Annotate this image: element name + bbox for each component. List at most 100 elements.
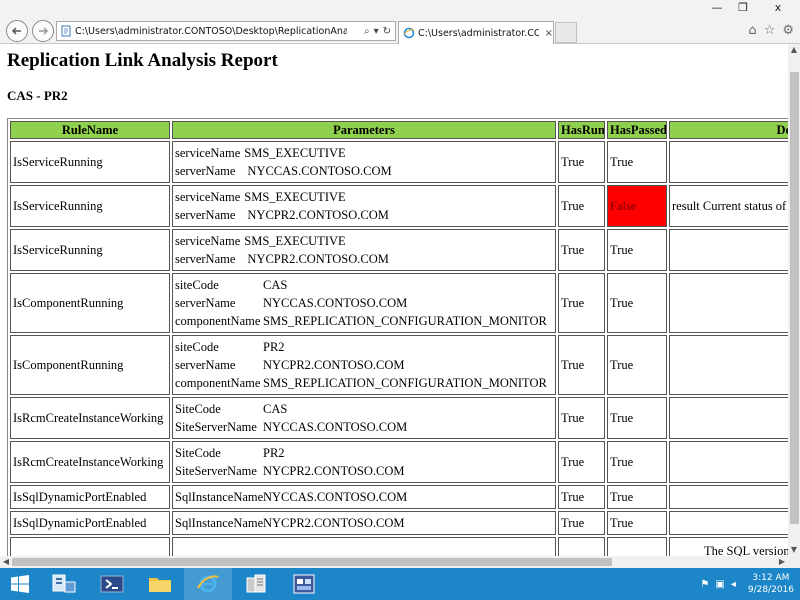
- scroll-right-icon[interactable]: ▶: [776, 556, 788, 568]
- dropdown-icon[interactable]: ▾: [374, 26, 379, 37]
- tools-icon[interactable]: [232, 568, 280, 600]
- parameter-key: serviceName: [175, 190, 241, 204]
- back-button[interactable]: [6, 20, 28, 42]
- table-row: IsServiceRunning serviceName SMS_EXECUTIVE…: [10, 185, 788, 227]
- start-button[interactable]: [0, 568, 40, 600]
- browser-chrome: — ❐ x C:\Users\administrator.CONTOSO\Des…: [0, 0, 800, 44]
- rule-name-cell: IsServiceRunning: [10, 229, 170, 271]
- parameter-value: NYCCAS.CONTOSO.COM: [263, 490, 408, 504]
- flag-notification-icon[interactable]: ⚑: [700, 579, 709, 590]
- parameters-cell: serviceName SMS_EXECUTIVE serverName NYCPR2…: [172, 185, 556, 227]
- parameter-value: NYCPR2.CONTOSO.COM: [247, 252, 389, 266]
- refresh-icon[interactable]: ↻: [383, 26, 391, 37]
- parameter-key: serverName: [175, 164, 236, 178]
- has-passed-cell: True: [607, 511, 667, 535]
- parameter-value: CAS: [263, 402, 288, 416]
- parameter-value: PR2: [263, 446, 285, 460]
- address-text[interactable]: C:\Users\administrator.CONTOSO\Desktop\R…: [75, 26, 347, 37]
- parameters-cell: siteCode PR2 serverName NYCPR2.CONTOSO.COM c…: [172, 335, 556, 395]
- volume-icon[interactable]: ◂: [731, 579, 736, 590]
- details-cell: [669, 141, 788, 183]
- home-icon[interactable]: ⌂: [748, 23, 756, 38]
- restore-button[interactable]: ❐: [730, 0, 756, 18]
- has-passed-cell-failed: False: [607, 185, 667, 227]
- details-cell: [669, 335, 788, 395]
- parameter-key: serviceName: [175, 146, 241, 160]
- horizontal-scrollbar[interactable]: ◀ ▶: [0, 556, 788, 568]
- parameters-cell: SiteCode PR2 SiteServerName NYCPR2.CONTOSO.…: [172, 441, 556, 483]
- minimize-button[interactable]: —: [704, 0, 730, 18]
- tab-close-icon[interactable]: ×: [545, 28, 553, 39]
- settings-gear-icon[interactable]: ⚙: [782, 23, 794, 38]
- parameter-line: serviceName SMS_EXECUTIVE: [175, 188, 553, 206]
- parameter-line: SiteCode CAS: [175, 400, 553, 418]
- parameter-key: componentName: [175, 376, 261, 390]
- table-row: IsComponentRunning siteCode PR2 serverName N…: [10, 335, 788, 395]
- details-cell: [669, 511, 788, 535]
- parameter-key: SiteCode: [175, 446, 221, 460]
- has-passed-cell: True: [607, 441, 667, 483]
- has-run-cell: True: [558, 229, 605, 271]
- file-explorer-icon[interactable]: [136, 568, 184, 600]
- parameter-value: SMS_EXECUTIVE: [244, 146, 346, 160]
- scroll-up-icon[interactable]: ▲: [788, 44, 800, 56]
- forward-button[interactable]: [32, 20, 54, 42]
- parameters-cell: SqlInstanceName NYCCAS.CONTOSO.COM: [172, 485, 556, 509]
- has-passed-cell: True: [607, 229, 667, 271]
- scroll-down-icon[interactable]: ▼: [788, 544, 800, 556]
- parameter-value: NYCPR2.CONTOSO.COM: [263, 516, 405, 530]
- favorites-icon[interactable]: ☆: [764, 23, 776, 38]
- column-header-rulename: RuleName: [10, 121, 170, 139]
- parameters-cell: serviceName SMS_EXECUTIVE serverName NYCPR2…: [172, 229, 556, 271]
- column-header-parameters: Parameters: [172, 121, 556, 139]
- parameter-value: NYCCAS.CONTOSO.COM: [263, 296, 408, 310]
- arrow-left-icon: [11, 27, 21, 35]
- column-header-details: Deta: [669, 121, 788, 139]
- table-header-row: RuleName Parameters HasRun HasPassed Det…: [10, 121, 788, 139]
- powershell-icon[interactable]: [88, 568, 136, 600]
- has-run-cell: True: [558, 511, 605, 535]
- table-row: IsSqlDynamicPortEnabled SqlInstanceName NY…: [10, 511, 788, 535]
- server-manager-icon[interactable]: [40, 568, 88, 600]
- parameters-cell: SqlInstanceName NYCPR2.CONTOSO.COM: [172, 511, 556, 535]
- vertical-scroll-thumb[interactable]: [790, 72, 799, 524]
- rule-name-cell: IsRcmCreateInstanceWorking: [10, 441, 170, 483]
- details-cell: [669, 397, 788, 439]
- has-passed-cell: True: [607, 485, 667, 509]
- browser-tab[interactable]: C:\Users\administrator.CO... ×: [398, 21, 554, 44]
- horizontal-scroll-thumb[interactable]: [12, 558, 612, 566]
- search-icon[interactable]: ⌕: [364, 26, 370, 37]
- has-passed-cell: True: [607, 335, 667, 395]
- parameters-cell: SiteCode CAS SiteServerName NYCCAS.CONTOSO.…: [172, 397, 556, 439]
- vertical-scrollbar[interactable]: ▲ ▼: [788, 44, 800, 556]
- details-cell: result Current status of t: [669, 185, 788, 227]
- has-passed-cell: True: [607, 273, 667, 333]
- table-row: IsSqlDynamicPortEnabled SqlInstanceName NY…: [10, 485, 788, 509]
- parameter-value: SMS_EXECUTIVE: [244, 234, 346, 248]
- address-bar[interactable]: C:\Users\administrator.CONTOSO\Desktop\R…: [56, 21, 396, 41]
- has-run-cell: True: [558, 185, 605, 227]
- clock-date: 9/28/2016: [747, 585, 794, 595]
- details-cell: [669, 273, 788, 333]
- table-row: The SQL versionServer 2014 - 12.20 2015 …: [10, 537, 788, 556]
- network-icon[interactable]: ▣: [715, 579, 724, 590]
- scroll-left-icon[interactable]: ◀: [0, 556, 12, 568]
- scrollbar-corner: [788, 556, 800, 568]
- parameter-line: serverName NYCPR2.CONTOSO.COM: [175, 250, 553, 268]
- close-button[interactable]: x: [756, 0, 800, 18]
- parameters-cell: serviceName SMS_EXECUTIVE serverName NYCCAS…: [172, 141, 556, 183]
- clock[interactable]: 3:12 AM 9/28/2016: [748, 572, 794, 596]
- internet-explorer-icon[interactable]: [184, 568, 232, 600]
- parameter-key: siteCode: [175, 340, 219, 354]
- details-cell: The SQL versionServer 2014 - 12.20 2015 …: [669, 537, 788, 556]
- has-run-cell: True: [558, 397, 605, 439]
- sccm-console-icon[interactable]: [280, 568, 328, 600]
- parameter-line: serviceName SMS_EXECUTIVE: [175, 232, 553, 250]
- arrow-right-icon: [39, 27, 49, 35]
- new-tab-button[interactable]: [555, 22, 577, 43]
- table-row: IsRcmCreateInstanceWorking SiteCode PR2 Sit…: [10, 441, 788, 483]
- parameter-key: serviceName: [175, 234, 241, 248]
- table-row: IsComponentRunning siteCode CAS serverName N…: [10, 273, 788, 333]
- window-controls: — ❐ x: [704, 0, 800, 18]
- report-title: Replication Link Analysis Report: [7, 50, 278, 71]
